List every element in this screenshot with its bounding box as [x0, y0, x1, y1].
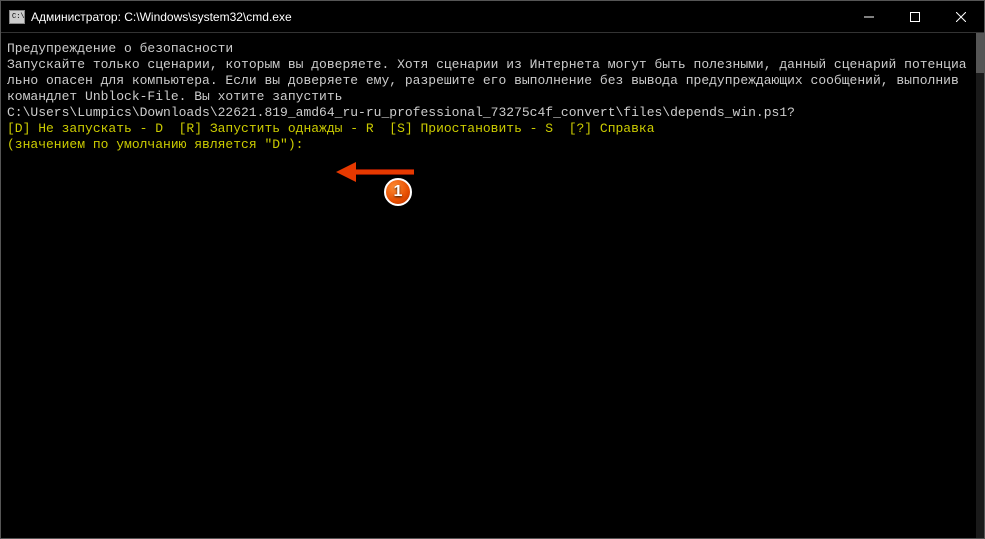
maximize-icon — [910, 12, 920, 22]
close-icon — [956, 12, 966, 22]
window-title: Администратор: C:\Windows\system32\cmd.e… — [31, 10, 846, 24]
scrollbar[interactable] — [976, 33, 984, 538]
terminal-line: C:\Users\Lumpics\Downloads\22621.819_amd… — [7, 105, 970, 121]
terminal-line: (значением по умолчанию является "D"): — [7, 137, 970, 153]
minimize-icon — [864, 12, 874, 22]
titlebar: Администратор: C:\Windows\system32\cmd.e… — [1, 1, 984, 33]
terminal-line: Предупреждение о безопасности — [7, 41, 970, 57]
close-button[interactable] — [938, 1, 984, 32]
scrollbar-thumb[interactable] — [976, 33, 984, 73]
window-controls — [846, 1, 984, 32]
terminal-output[interactable]: Предупреждение о безопасностиЗапускайте … — [1, 33, 976, 538]
terminal-line: Запускайте только сценарии, которым вы д… — [7, 57, 970, 105]
maximize-button[interactable] — [892, 1, 938, 32]
minimize-button[interactable] — [846, 1, 892, 32]
cmd-icon — [9, 10, 25, 24]
terminal-line: [D] Не запускать - D [R] Запустить однаж… — [7, 121, 970, 137]
